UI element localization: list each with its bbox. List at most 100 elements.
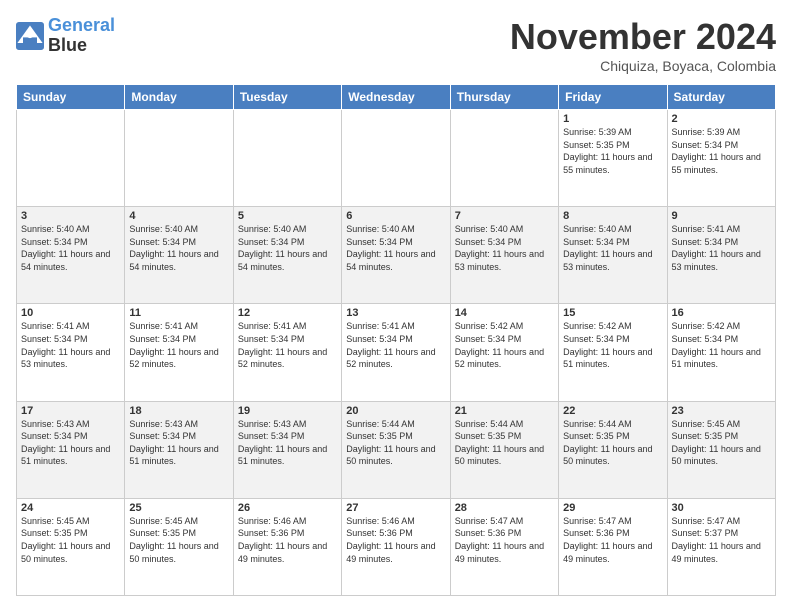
calendar-cell: 16Sunrise: 5:42 AM Sunset: 5:34 PM Dayli… (667, 304, 775, 401)
day-info: Sunrise: 5:41 AM Sunset: 5:34 PM Dayligh… (238, 320, 337, 370)
calendar: SundayMondayTuesdayWednesdayThursdayFrid… (16, 84, 776, 596)
day-number: 19 (238, 405, 337, 417)
calendar-cell: 30Sunrise: 5:47 AM Sunset: 5:37 PM Dayli… (667, 498, 775, 595)
title-block: November 2024 Chiquiza, Boyaca, Colombia (510, 16, 776, 74)
day-info: Sunrise: 5:43 AM Sunset: 5:34 PM Dayligh… (238, 418, 337, 468)
calendar-cell: 3Sunrise: 5:40 AM Sunset: 5:34 PM Daylig… (17, 207, 125, 304)
day-number: 2 (672, 113, 771, 125)
day-info: Sunrise: 5:40 AM Sunset: 5:34 PM Dayligh… (563, 223, 662, 273)
calendar-cell: 18Sunrise: 5:43 AM Sunset: 5:34 PM Dayli… (125, 401, 233, 498)
day-number: 10 (21, 307, 120, 319)
day-info: Sunrise: 5:41 AM Sunset: 5:34 PM Dayligh… (346, 320, 445, 370)
calendar-cell: 19Sunrise: 5:43 AM Sunset: 5:34 PM Dayli… (233, 401, 341, 498)
day-number: 29 (563, 502, 662, 514)
day-number: 24 (21, 502, 120, 514)
calendar-cell: 2Sunrise: 5:39 AM Sunset: 5:34 PM Daylig… (667, 110, 775, 207)
calendar-cell: 23Sunrise: 5:45 AM Sunset: 5:35 PM Dayli… (667, 401, 775, 498)
day-number: 4 (129, 210, 228, 222)
calendar-cell: 22Sunrise: 5:44 AM Sunset: 5:35 PM Dayli… (559, 401, 667, 498)
day-number: 17 (21, 405, 120, 417)
day-number: 1 (563, 113, 662, 125)
day-info: Sunrise: 5:40 AM Sunset: 5:34 PM Dayligh… (238, 223, 337, 273)
calendar-cell: 21Sunrise: 5:44 AM Sunset: 5:35 PM Dayli… (450, 401, 558, 498)
day-number: 5 (238, 210, 337, 222)
calendar-cell: 5Sunrise: 5:40 AM Sunset: 5:34 PM Daylig… (233, 207, 341, 304)
day-number: 11 (129, 307, 228, 319)
day-info: Sunrise: 5:42 AM Sunset: 5:34 PM Dayligh… (672, 320, 771, 370)
logo: General Blue (16, 16, 115, 56)
dow-header-monday: Monday (125, 85, 233, 110)
location: Chiquiza, Boyaca, Colombia (510, 58, 776, 74)
calendar-cell: 27Sunrise: 5:46 AM Sunset: 5:36 PM Dayli… (342, 498, 450, 595)
calendar-cell: 12Sunrise: 5:41 AM Sunset: 5:34 PM Dayli… (233, 304, 341, 401)
day-info: Sunrise: 5:47 AM Sunset: 5:36 PM Dayligh… (455, 515, 554, 565)
calendar-cell: 24Sunrise: 5:45 AM Sunset: 5:35 PM Dayli… (17, 498, 125, 595)
day-number: 30 (672, 502, 771, 514)
day-number: 18 (129, 405, 228, 417)
calendar-cell: 8Sunrise: 5:40 AM Sunset: 5:34 PM Daylig… (559, 207, 667, 304)
day-info: Sunrise: 5:44 AM Sunset: 5:35 PM Dayligh… (455, 418, 554, 468)
calendar-cell (450, 110, 558, 207)
day-number: 12 (238, 307, 337, 319)
day-info: Sunrise: 5:39 AM Sunset: 5:35 PM Dayligh… (563, 126, 662, 176)
calendar-cell: 11Sunrise: 5:41 AM Sunset: 5:34 PM Dayli… (125, 304, 233, 401)
day-info: Sunrise: 5:43 AM Sunset: 5:34 PM Dayligh… (21, 418, 120, 468)
day-info: Sunrise: 5:40 AM Sunset: 5:34 PM Dayligh… (21, 223, 120, 273)
calendar-cell: 7Sunrise: 5:40 AM Sunset: 5:34 PM Daylig… (450, 207, 558, 304)
day-info: Sunrise: 5:40 AM Sunset: 5:34 PM Dayligh… (455, 223, 554, 273)
dow-header-saturday: Saturday (667, 85, 775, 110)
day-info: Sunrise: 5:43 AM Sunset: 5:34 PM Dayligh… (129, 418, 228, 468)
calendar-cell: 14Sunrise: 5:42 AM Sunset: 5:34 PM Dayli… (450, 304, 558, 401)
day-number: 25 (129, 502, 228, 514)
dow-header-friday: Friday (559, 85, 667, 110)
day-info: Sunrise: 5:40 AM Sunset: 5:34 PM Dayligh… (129, 223, 228, 273)
week-row-0: 1Sunrise: 5:39 AM Sunset: 5:35 PM Daylig… (17, 110, 776, 207)
day-number: 13 (346, 307, 445, 319)
calendar-cell: 13Sunrise: 5:41 AM Sunset: 5:34 PM Dayli… (342, 304, 450, 401)
day-number: 23 (672, 405, 771, 417)
calendar-cell: 4Sunrise: 5:40 AM Sunset: 5:34 PM Daylig… (125, 207, 233, 304)
day-info: Sunrise: 5:44 AM Sunset: 5:35 PM Dayligh… (346, 418, 445, 468)
day-number: 28 (455, 502, 554, 514)
week-row-1: 3Sunrise: 5:40 AM Sunset: 5:34 PM Daylig… (17, 207, 776, 304)
logo-icon (16, 22, 44, 50)
calendar-cell: 10Sunrise: 5:41 AM Sunset: 5:34 PM Dayli… (17, 304, 125, 401)
day-number: 22 (563, 405, 662, 417)
day-number: 16 (672, 307, 771, 319)
week-row-4: 24Sunrise: 5:45 AM Sunset: 5:35 PM Dayli… (17, 498, 776, 595)
calendar-cell: 6Sunrise: 5:40 AM Sunset: 5:34 PM Daylig… (342, 207, 450, 304)
day-info: Sunrise: 5:40 AM Sunset: 5:34 PM Dayligh… (346, 223, 445, 273)
day-number: 7 (455, 210, 554, 222)
day-info: Sunrise: 5:42 AM Sunset: 5:34 PM Dayligh… (455, 320, 554, 370)
day-info: Sunrise: 5:45 AM Sunset: 5:35 PM Dayligh… (21, 515, 120, 565)
day-info: Sunrise: 5:46 AM Sunset: 5:36 PM Dayligh… (238, 515, 337, 565)
calendar-cell (125, 110, 233, 207)
day-info: Sunrise: 5:42 AM Sunset: 5:34 PM Dayligh… (563, 320, 662, 370)
dow-header-tuesday: Tuesday (233, 85, 341, 110)
calendar-cell: 1Sunrise: 5:39 AM Sunset: 5:35 PM Daylig… (559, 110, 667, 207)
day-info: Sunrise: 5:41 AM Sunset: 5:34 PM Dayligh… (21, 320, 120, 370)
day-info: Sunrise: 5:47 AM Sunset: 5:36 PM Dayligh… (563, 515, 662, 565)
calendar-cell: 17Sunrise: 5:43 AM Sunset: 5:34 PM Dayli… (17, 401, 125, 498)
calendar-cell: 25Sunrise: 5:45 AM Sunset: 5:35 PM Dayli… (125, 498, 233, 595)
calendar-cell: 29Sunrise: 5:47 AM Sunset: 5:36 PM Dayli… (559, 498, 667, 595)
day-number: 8 (563, 210, 662, 222)
day-number: 15 (563, 307, 662, 319)
calendar-cell (233, 110, 341, 207)
day-number: 27 (346, 502, 445, 514)
day-info: Sunrise: 5:45 AM Sunset: 5:35 PM Dayligh… (129, 515, 228, 565)
day-number: 21 (455, 405, 554, 417)
day-number: 20 (346, 405, 445, 417)
day-number: 9 (672, 210, 771, 222)
logo-text: General Blue (48, 16, 115, 56)
day-info: Sunrise: 5:44 AM Sunset: 5:35 PM Dayligh… (563, 418, 662, 468)
calendar-cell: 20Sunrise: 5:44 AM Sunset: 5:35 PM Dayli… (342, 401, 450, 498)
calendar-cell: 9Sunrise: 5:41 AM Sunset: 5:34 PM Daylig… (667, 207, 775, 304)
days-of-week-row: SundayMondayTuesdayWednesdayThursdayFrid… (17, 85, 776, 110)
page-header: General Blue November 2024 Chiquiza, Boy… (16, 16, 776, 74)
calendar-cell: 28Sunrise: 5:47 AM Sunset: 5:36 PM Dayli… (450, 498, 558, 595)
calendar-body: 1Sunrise: 5:39 AM Sunset: 5:35 PM Daylig… (17, 110, 776, 596)
calendar-cell: 26Sunrise: 5:46 AM Sunset: 5:36 PM Dayli… (233, 498, 341, 595)
day-info: Sunrise: 5:46 AM Sunset: 5:36 PM Dayligh… (346, 515, 445, 565)
day-number: 14 (455, 307, 554, 319)
